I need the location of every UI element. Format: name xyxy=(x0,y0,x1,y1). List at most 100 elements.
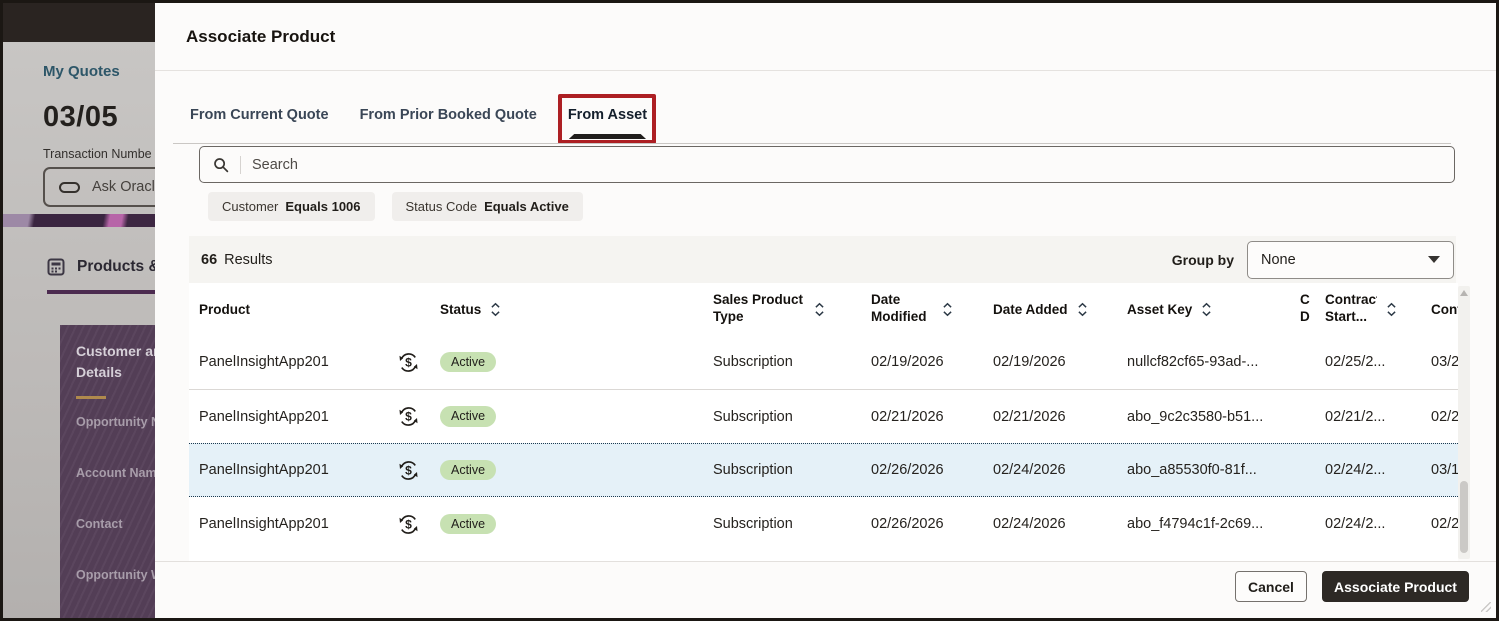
cell-product: PanelInsightApp201 xyxy=(199,462,329,478)
search-divider xyxy=(240,155,241,174)
quote-date: 03/05 xyxy=(43,101,119,133)
table-row[interactable]: PanelInsightApp201 $ Active Subscription… xyxy=(189,497,1458,551)
sort-icon[interactable] xyxy=(814,301,825,318)
cell-contract-clipped: 03/1 xyxy=(1431,462,1458,478)
cell-product: PanelInsightApp201 xyxy=(199,408,329,425)
status-badge: Active xyxy=(440,406,497,427)
decorative-purple-strip xyxy=(3,214,155,227)
svg-text:$: $ xyxy=(405,410,412,424)
filter-label: Customer xyxy=(222,199,279,214)
sort-icon[interactable] xyxy=(942,301,953,318)
col-header-status[interactable]: Status xyxy=(428,301,703,318)
cell-status: Active xyxy=(428,513,703,535)
cell-date-modified: 02/19/2026 xyxy=(871,354,944,370)
table-row[interactable]: PanelInsightApp201 $ Active Subscription… xyxy=(189,335,1458,389)
app-top-bar xyxy=(3,3,155,42)
cell-sales-product-type: Subscription xyxy=(713,462,793,478)
my-quotes-link[interactable]: My Quotes xyxy=(43,63,120,80)
cell-product: PanelInsightApp201 xyxy=(199,516,329,532)
results-label: Results xyxy=(224,251,273,268)
cell-product: PanelInsightApp201 xyxy=(199,354,329,370)
filter-label: Status Code xyxy=(405,199,478,214)
col-header-contract-clipped[interactable]: Cont xyxy=(1421,302,1458,317)
sort-icon[interactable] xyxy=(1201,301,1212,318)
filter-value: Equals 1006 xyxy=(285,199,361,214)
group-by-select[interactable]: None xyxy=(1247,240,1454,279)
cell-contract-clipped: 02/2 xyxy=(1431,408,1458,425)
col-header-product: Product xyxy=(199,301,251,317)
table-row-selected[interactable]: PanelInsightApp201 $ Active Subscription… xyxy=(189,443,1458,497)
tab-from-prior-booked-quote[interactable]: From Prior Booked Quote xyxy=(360,107,537,127)
sort-icon[interactable] xyxy=(490,301,501,318)
cell-icon: $ xyxy=(388,514,428,535)
recurring-revenue-icon: $ xyxy=(398,407,418,426)
search-input[interactable] xyxy=(252,156,1441,173)
sort-icon[interactable] xyxy=(1386,301,1397,318)
cell-date-modified: 02/26/2026 xyxy=(871,516,944,532)
col-header-date-modified[interactable]: Date Modified xyxy=(861,292,983,326)
panel-field-account-name: Account Name xyxy=(76,466,155,480)
table-row[interactable]: PanelInsightApp201 $ Active Subscription… xyxy=(189,389,1458,443)
cancel-button[interactable]: Cancel xyxy=(1235,571,1307,602)
dialog-title: Associate Product xyxy=(186,27,336,46)
scrollbar-thumb[interactable] xyxy=(1460,481,1468,553)
tab-from-asset-label: From Asset xyxy=(567,107,648,123)
oval-icon xyxy=(59,181,80,193)
recurring-revenue-icon: $ xyxy=(398,514,418,534)
active-tab-underline xyxy=(47,290,155,294)
search-field[interactable] xyxy=(199,146,1455,183)
table-scrollbar[interactable] xyxy=(1458,286,1470,559)
cell-contract-start: 02/24/2... xyxy=(1325,462,1386,478)
cell-asset-key: nullcf82cf65-93ad-... xyxy=(1127,354,1259,370)
cell-asset-key: abo_f4794c1f-2c69... xyxy=(1127,516,1264,532)
status-badge: Active xyxy=(440,513,497,535)
customer-details-panel: Customer an Details Opportunity N Accoun… xyxy=(60,325,155,618)
associate-product-button[interactable]: Associate Product xyxy=(1322,571,1469,602)
status-badge: Active xyxy=(440,459,497,481)
filter-value: Equals Active xyxy=(484,199,569,214)
results-count: 66 xyxy=(201,251,218,268)
col-header-asset-key[interactable]: Asset Key xyxy=(1117,301,1290,318)
results-bar: 66 Results Group by None xyxy=(189,236,1456,283)
title-divider xyxy=(155,70,1496,71)
tab-from-current-quote[interactable]: From Current Quote xyxy=(190,107,329,127)
sort-icon[interactable] xyxy=(1077,301,1088,318)
cell-date-added: 02/19/2026 xyxy=(993,354,1066,370)
col-header-sales-product-type[interactable]: Sales Product Type xyxy=(703,292,861,326)
cell-sales-product-type: Subscription xyxy=(713,354,793,370)
scroll-up-arrow-icon[interactable] xyxy=(1460,290,1468,296)
screenshot-root: My Quotes 03/05 Transaction Numbe Ask Or… xyxy=(0,0,1499,621)
cell-asset-key: abo_a85530f0-81f... xyxy=(1127,462,1257,478)
col-header-contract-start[interactable]: Contract Start... xyxy=(1315,292,1421,326)
cell-date-added: 02/24/2026 xyxy=(993,462,1066,478)
col-header-truncated[interactable]: C D xyxy=(1290,292,1315,326)
status-badge: Active xyxy=(440,351,497,373)
cell-status: Active xyxy=(428,351,703,373)
cell-status: Active xyxy=(428,406,703,427)
search-icon xyxy=(214,157,229,172)
transaction-number-label: Transaction Numbe xyxy=(43,147,152,161)
tabbar-divider xyxy=(173,143,1451,144)
table-header-row: Product Status Sales Product Type Date M… xyxy=(189,283,1458,335)
tab-from-asset[interactable]: From Asset xyxy=(557,94,657,144)
gold-rule xyxy=(76,396,106,399)
assets-table: Product Status Sales Product Type Date M… xyxy=(189,283,1458,561)
cell-date-added: 02/24/2026 xyxy=(993,516,1066,532)
panel-field-opportunity-number: Opportunity N xyxy=(76,415,155,429)
cell-contract-clipped: 03/2 xyxy=(1431,354,1458,370)
cell-icon: $ xyxy=(388,460,428,481)
resize-grip[interactable] xyxy=(1481,602,1491,612)
cell-status: Active xyxy=(428,459,703,481)
svg-text:$: $ xyxy=(405,463,412,477)
cell-date-modified: 02/26/2026 xyxy=(871,462,944,478)
group-by-label: Group by xyxy=(1171,251,1234,268)
cell-icon: $ xyxy=(388,352,428,373)
filter-chip-customer[interactable]: Customer Equals 1006 xyxy=(208,192,375,221)
cell-date-added: 02/21/2026 xyxy=(993,408,1066,425)
filter-chips: Customer Equals 1006 Status Code Equals … xyxy=(208,192,583,221)
calculator-icon xyxy=(47,258,65,276)
col-header-date-added[interactable]: Date Added xyxy=(983,301,1117,318)
cell-sales-product-type: Subscription xyxy=(713,408,793,425)
svg-text:$: $ xyxy=(405,355,412,369)
filter-chip-status-code[interactable]: Status Code Equals Active xyxy=(391,192,583,221)
